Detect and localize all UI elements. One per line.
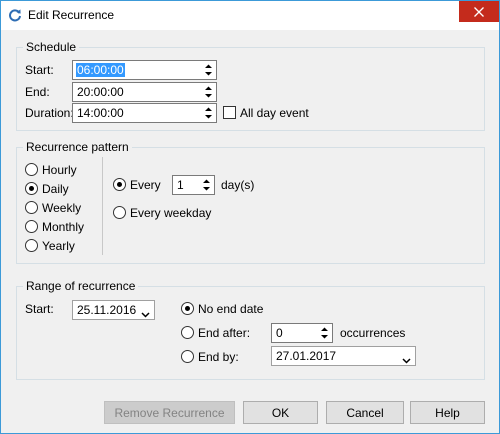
end-by-label: End by: — [198, 350, 239, 364]
radio-end-by[interactable] — [181, 350, 194, 363]
every-days-input[interactable]: 1 — [172, 175, 215, 195]
every-label: Every — [130, 178, 161, 192]
end-after-value: 0 — [276, 326, 283, 340]
title-bar: Edit Recurrence — [1, 1, 499, 30]
radio-hourly[interactable] — [25, 163, 38, 176]
schedule-start-value: 06:00:00 — [76, 63, 125, 77]
pattern-monthly-label: Monthly — [42, 220, 85, 234]
schedule-start-label: Start: — [25, 63, 54, 77]
radio-monthly[interactable] — [25, 220, 38, 233]
spin-arrows-icon[interactable] — [204, 106, 213, 120]
ok-button[interactable]: OK — [243, 401, 318, 424]
refresh-icon — [8, 8, 22, 22]
radio-every-weekday[interactable] — [113, 206, 126, 219]
radio-daily[interactable] — [25, 182, 38, 195]
end-by-value: 27.01.2017 — [276, 349, 337, 363]
spin-arrows-icon[interactable] — [320, 326, 329, 340]
radio-yearly[interactable] — [25, 239, 38, 252]
close-button[interactable] — [459, 1, 499, 22]
schedule-end-label: End: — [25, 85, 50, 99]
window-title: Edit Recurrence — [28, 8, 115, 22]
remove-recurrence-button[interactable]: Remove Recurrence — [104, 401, 235, 424]
schedule-duration-label: Duration: — [25, 106, 74, 120]
schedule-duration-input[interactable]: 14:00:00 — [72, 103, 217, 123]
close-icon — [474, 6, 484, 17]
end-after-input[interactable]: 0 — [271, 323, 333, 343]
schedule-duration-value: 14:00:00 — [77, 106, 124, 120]
every-weekday-label: Every weekday — [130, 206, 212, 220]
radio-weekly[interactable] — [25, 201, 38, 214]
help-button[interactable]: Help — [410, 401, 485, 424]
schedule-title: Schedule — [23, 40, 80, 54]
schedule-end-input[interactable]: 20:00:00 — [72, 82, 217, 102]
pattern-yearly-label: Yearly — [42, 239, 75, 253]
end-by-date-picker[interactable]: 27.01.2017 — [271, 346, 416, 366]
spin-arrows-icon[interactable] — [202, 178, 211, 192]
range-title: Range of recurrence — [23, 279, 139, 293]
all-day-label: All day event — [240, 106, 309, 120]
all-day-checkbox[interactable] — [223, 106, 236, 119]
cancel-button[interactable]: Cancel — [326, 401, 404, 424]
range-start-value: 25.11.2016 — [77, 303, 137, 317]
recurrence-pattern-title: Recurrence pattern — [23, 140, 132, 154]
schedule-end-value: 20:00:00 — [77, 85, 124, 99]
pattern-divider — [102, 157, 103, 255]
every-days-value: 1 — [177, 178, 184, 192]
pattern-weekly-label: Weekly — [42, 201, 82, 215]
pattern-daily-label: Daily — [42, 182, 69, 196]
radio-end-after[interactable] — [181, 326, 194, 339]
no-end-date-label: No end date — [198, 302, 264, 316]
range-start-date-picker[interactable]: 25.11.2016 — [72, 300, 155, 320]
schedule-start-input[interactable]: 06:00:00 — [72, 60, 217, 80]
range-start-label: Start: — [25, 302, 54, 316]
chevron-down-icon[interactable] — [141, 307, 150, 321]
chevron-down-icon[interactable] — [402, 353, 411, 367]
recurrence-pattern-group: Recurrence pattern — [16, 140, 485, 264]
occurrences-label: occurrences — [340, 326, 406, 340]
spin-arrows-icon[interactable] — [204, 63, 213, 77]
days-unit-label: day(s) — [221, 178, 255, 192]
spin-arrows-icon[interactable] — [204, 85, 213, 99]
pattern-hourly-label: Hourly — [42, 163, 77, 177]
edit-recurrence-dialog: Edit Recurrence Schedule Start: 06:00:00… — [0, 0, 500, 434]
radio-no-end-date[interactable] — [181, 302, 194, 315]
radio-every-n-days[interactable] — [113, 178, 126, 191]
end-after-label: End after: — [198, 326, 251, 340]
